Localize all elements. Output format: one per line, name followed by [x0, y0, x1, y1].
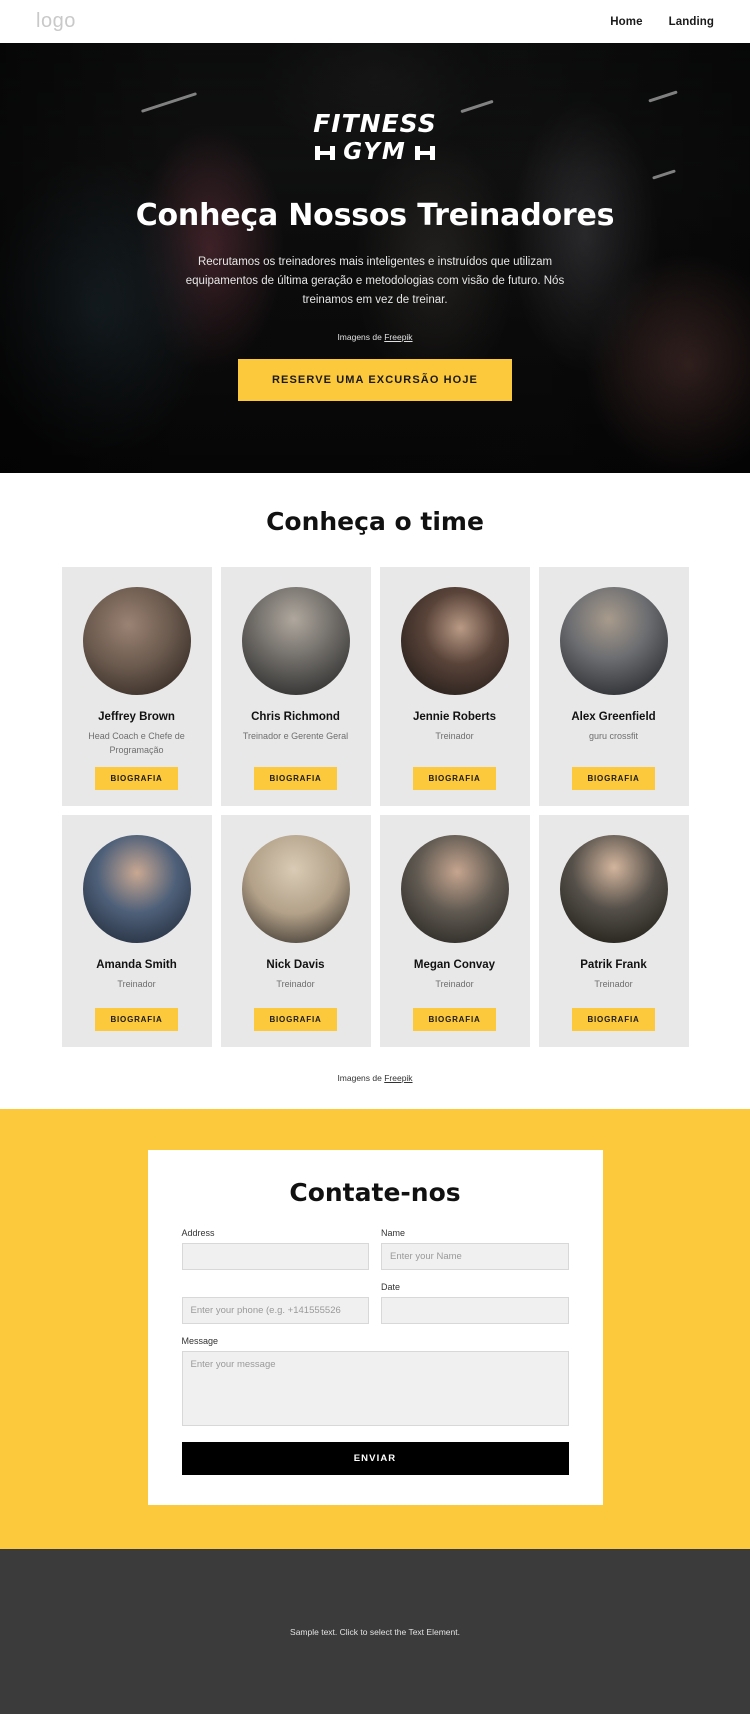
bio-button[interactable]: BIOGRAFIA [413, 767, 496, 790]
team-card[interactable]: Megan Convay Treinador BIOGRAFIA [379, 815, 530, 1047]
member-role: Head Coach e Chefe de Programação [88, 731, 185, 755]
logo-line-gym: GYM [343, 139, 407, 165]
logo[interactable]: logo [36, 10, 76, 33]
hero-content: FITNESS GYM Conheça Nossos Treinadores R… [0, 43, 750, 401]
avatar [559, 587, 668, 695]
contact-section: Contate-nos Address Name Date Message [0, 1109, 750, 1549]
message-textarea[interactable] [181, 1351, 569, 1426]
team-card[interactable]: Chris Richmond Treinador e Gerente Geral… [220, 567, 371, 806]
date-label: Date [381, 1282, 401, 1292]
hero-section: FITNESS GYM Conheça Nossos Treinadores R… [0, 43, 750, 473]
bio-button[interactable]: BIOGRAFIA [413, 1008, 496, 1031]
team-card[interactable]: Jeffrey Brown Head Coach e Chefe de Prog… [61, 567, 212, 806]
form-row-address-name: Address Name [181, 1228, 569, 1270]
team-card[interactable]: Patrik Frank Treinador BIOGRAFIA [538, 815, 689, 1047]
address-input[interactable] [181, 1243, 369, 1270]
nav-item-landing[interactable]: Landing [669, 16, 714, 28]
team-card[interactable]: Nick Davis Treinador BIOGRAFIA [220, 815, 371, 1047]
fitness-gym-logo: FITNESS GYM [313, 111, 437, 164]
avatar [400, 587, 509, 695]
member-name: Chris Richmond [251, 711, 340, 723]
team-card[interactable]: Alex Greenfield guru crossfit BIOGRAFIA [538, 567, 689, 806]
member-role: Treinador [594, 979, 633, 989]
bio-button[interactable]: BIOGRAFIA [254, 1008, 337, 1031]
team-credit-prefix: Imagens de [337, 1073, 385, 1083]
member-name: Nick Davis [266, 959, 325, 971]
submit-button[interactable]: ENVIAR [181, 1442, 569, 1475]
member-role: guru crossfit [588, 731, 639, 741]
member-role: Treinador [435, 731, 474, 741]
contact-title: Contate-nos [289, 1178, 461, 1207]
member-name: Jeffrey Brown [98, 711, 175, 723]
name-input[interactable] [381, 1243, 569, 1270]
member-name: Jennie Roberts [412, 711, 497, 723]
team-section-title: Conheça o time [266, 507, 484, 536]
dumbbell-icon [413, 145, 437, 160]
hero-image-credit: Imagens de Freepik [0, 332, 750, 342]
team-grid: Jeffrey Brown Head Coach e Chefe de Prog… [0, 567, 750, 1047]
bio-button[interactable]: BIOGRAFIA [572, 767, 655, 790]
address-label: Address [181, 1228, 215, 1238]
bio-button[interactable]: BIOGRAFIA [254, 767, 337, 790]
member-name: Megan Convay [413, 959, 496, 971]
dumbbell-icon [313, 145, 337, 160]
phone-input[interactable] [181, 1297, 369, 1324]
avatar [82, 587, 191, 695]
hero-credit-link[interactable]: Freepik [384, 332, 412, 342]
form-row-message: Message [181, 1336, 569, 1431]
message-label: Message [181, 1336, 219, 1346]
avatar [241, 835, 350, 943]
member-role: Treinador [435, 979, 474, 989]
member-name: Alex Greenfield [571, 711, 656, 723]
bio-button[interactable]: BIOGRAFIA [95, 767, 178, 790]
member-role: Treinador [276, 979, 315, 989]
team-card[interactable]: Jennie Roberts Treinador BIOGRAFIA [379, 567, 530, 806]
avatar [559, 835, 668, 943]
contact-form-card: Contate-nos Address Name Date Message [147, 1150, 603, 1505]
name-label: Name [381, 1228, 406, 1238]
avatar [241, 587, 350, 695]
team-card[interactable]: Amanda Smith Treinador BIOGRAFIA [61, 815, 212, 1047]
hero-title: Conheça Nossos Treinadores [135, 198, 615, 233]
team-image-credit: Imagens de Freepik [0, 1073, 750, 1083]
team-credit-link[interactable]: Freepik [384, 1073, 412, 1083]
logo-line-fitness: FITNESS [313, 109, 437, 138]
nav-item-home[interactable]: Home [610, 16, 642, 28]
site-footer: Sample text. Click to select the Text El… [0, 1549, 750, 1714]
hero-credit-prefix: Imagens de [337, 332, 385, 342]
footer-sample-text[interactable]: Sample text. Click to select the Text El… [290, 1627, 460, 1637]
site-header: logo Home Landing [0, 0, 750, 43]
date-input[interactable] [381, 1297, 569, 1324]
member-name: Amanda Smith [96, 959, 177, 971]
form-row-phone-date: Date [181, 1282, 569, 1324]
book-tour-button[interactable]: RESERVE UMA EXCURSÃO HOJE [238, 359, 512, 401]
bio-button[interactable]: BIOGRAFIA [572, 1008, 655, 1031]
member-role: Treinador [117, 979, 156, 989]
bio-button[interactable]: BIOGRAFIA [95, 1008, 178, 1031]
member-name: Patrik Frank [580, 959, 647, 971]
member-role: Treinador e Gerente Geral [242, 731, 349, 741]
hero-subtitle: Recrutamos os treinadores mais inteligen… [185, 256, 565, 306]
team-section: Conheça o time Jeffrey Brown Head Coach … [0, 473, 750, 1109]
main-nav: Home Landing [610, 16, 714, 28]
avatar [400, 835, 509, 943]
avatar [82, 835, 191, 943]
